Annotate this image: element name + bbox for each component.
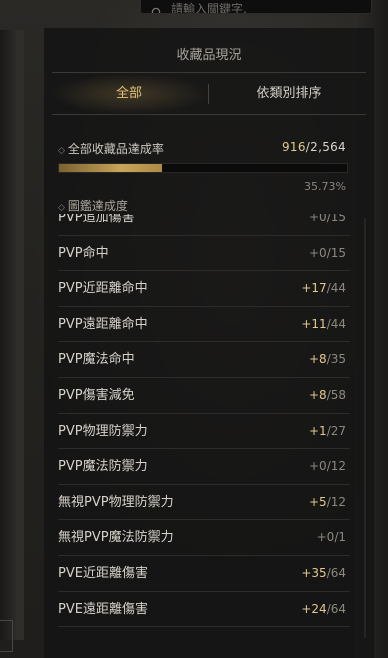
tab-divider bbox=[208, 84, 209, 104]
stat-current: +35 bbox=[301, 565, 327, 580]
search-input[interactable]: 請輸入關鍵字. bbox=[171, 0, 247, 13]
stat-label: PVP追加傷害 bbox=[58, 214, 135, 225]
stat-value: +1/27 bbox=[309, 414, 346, 450]
stat-label: PVP魔法防禦力 bbox=[58, 459, 148, 475]
stat-row: PVP命中 +0/15 bbox=[44, 236, 374, 272]
stat-max: /64 bbox=[326, 601, 346, 616]
stat-value: +8/35 bbox=[309, 342, 346, 378]
stat-max: /27 bbox=[326, 423, 346, 438]
stat-row: PVP物理防禦力 +1/27 bbox=[44, 414, 374, 450]
stat-current: +11 bbox=[301, 316, 327, 331]
background-slot-frame bbox=[0, 620, 13, 652]
tab-bar: 全部 依類別排序 bbox=[52, 74, 366, 114]
search-bar[interactable]: 請輸入關鍵字. bbox=[140, 0, 372, 14]
stat-current: +8 bbox=[308, 352, 327, 367]
stat-current: +8 bbox=[308, 387, 327, 402]
stat-max: /1 bbox=[334, 530, 346, 545]
stat-row: PVP遠距離命中 +11/44 bbox=[44, 307, 374, 343]
stat-current: +0 bbox=[308, 459, 327, 474]
tab-sort-by-category[interactable]: 依類別排序 bbox=[212, 74, 366, 114]
title-divider bbox=[52, 72, 366, 73]
stat-current: +0 bbox=[308, 214, 327, 224]
collection-total: /2,564 bbox=[305, 140, 346, 154]
stat-max: /15 bbox=[326, 245, 346, 260]
stat-label: 無視PVP魔法防禦力 bbox=[58, 530, 174, 546]
stat-max: /44 bbox=[326, 281, 346, 296]
tab-all[interactable]: 全部 bbox=[52, 74, 206, 114]
stat-value: +0/15 bbox=[309, 214, 346, 236]
stat-row: PVP近距離命中 +17/44 bbox=[44, 271, 374, 307]
stat-max: /64 bbox=[326, 565, 346, 580]
collection-status-panel: 收藏品現況 全部 依類別排序 ◇ 全部收藏品達成率 916/2,564 35.73… bbox=[44, 28, 374, 658]
stat-value: +11/44 bbox=[301, 307, 346, 343]
background-left-edge-inner bbox=[16, 30, 24, 640]
stat-list-viewport[interactable]: PVP追加傷害 +0/15 PVP命中 +0/15 PVP近距離命中 +17/44 PVP遠… bbox=[44, 214, 374, 634]
stat-max: /12 bbox=[326, 459, 346, 474]
scrollbar[interactable] bbox=[364, 218, 366, 638]
diamond-icon: ◇ bbox=[58, 203, 65, 213]
stat-value: +0/12 bbox=[309, 449, 346, 485]
stat-label: PVP遠距離命中 bbox=[58, 316, 148, 332]
stat-max: /58 bbox=[326, 387, 346, 402]
collection-progress-fill bbox=[59, 164, 162, 172]
stat-current: +0 bbox=[316, 530, 335, 545]
stat-value: +17/44 bbox=[301, 271, 346, 307]
stat-row: PVP追加傷害 +0/15 bbox=[44, 214, 374, 236]
stat-current: +24 bbox=[301, 601, 327, 616]
collection-percent: 35.73% bbox=[304, 180, 346, 193]
row-divider bbox=[58, 626, 350, 628]
stat-current: +17 bbox=[301, 281, 327, 296]
collection-progress-bar bbox=[58, 163, 348, 173]
search-icon bbox=[151, 4, 163, 13]
stat-label: PVP物理防禦力 bbox=[58, 423, 148, 439]
background-left-edge bbox=[0, 30, 17, 640]
codex-header: ◇ 圖鑑達成度 bbox=[58, 197, 128, 214]
panel-title: 收藏品現況 bbox=[176, 48, 242, 63]
collection-rate-row: ◇ 全部收藏品達成率 916/2,564 bbox=[58, 140, 346, 156]
tabs-divider bbox=[52, 114, 366, 115]
stat-label: PVP命中 bbox=[58, 245, 109, 261]
stat-label: PVP傷害減免 bbox=[58, 387, 135, 403]
collection-rate-text: 全部收藏品達成率 bbox=[67, 142, 164, 156]
stat-row: PVP傷害減免 +8/58 bbox=[44, 378, 374, 414]
stat-max: /35 bbox=[326, 352, 346, 367]
stat-max: /44 bbox=[326, 316, 346, 331]
collection-rate-value: 916/2,564 bbox=[282, 140, 346, 154]
stat-row: PVE遠距離傷害 +24/64 bbox=[44, 592, 374, 628]
stat-value: +0/1 bbox=[317, 520, 346, 556]
stat-label: PVP魔法命中 bbox=[58, 352, 135, 368]
stat-row: PVE近距離傷害 +35/64 bbox=[44, 556, 374, 592]
stat-row: 無視PVP魔法防禦力 +0/1 bbox=[44, 520, 374, 556]
stat-row: PVP魔法命中 +8/35 bbox=[44, 342, 374, 378]
stat-list: PVP追加傷害 +0/15 PVP命中 +0/15 PVP近距離命中 +17/44 PVP遠… bbox=[44, 214, 374, 628]
stat-max: /12 bbox=[326, 494, 346, 509]
stat-current: +0 bbox=[308, 245, 327, 260]
codex-header-text: 圖鑑達成度 bbox=[67, 199, 128, 213]
stat-value: +8/58 bbox=[309, 378, 346, 414]
collection-current: 916 bbox=[281, 140, 306, 154]
stat-max: /15 bbox=[326, 214, 346, 224]
stat-value: +0/15 bbox=[309, 236, 346, 272]
stat-value: +35/64 bbox=[301, 556, 346, 592]
stat-current: +1 bbox=[308, 423, 327, 438]
stat-label: PVP近距離命中 bbox=[58, 281, 148, 297]
stat-label: PVE近距離傷害 bbox=[58, 565, 148, 581]
stat-label: 無視PVP物理防禦力 bbox=[58, 494, 174, 510]
stat-value: +24/64 bbox=[301, 592, 346, 628]
stat-label: PVE遠距離傷害 bbox=[58, 601, 148, 617]
stat-current: +5 bbox=[308, 494, 327, 509]
stat-value: +5/12 bbox=[309, 485, 346, 521]
collection-rate-label: ◇ 全部收藏品達成率 bbox=[58, 140, 164, 157]
diamond-icon: ◇ bbox=[58, 146, 65, 156]
stat-row: 無視PVP物理防禦力 +5/12 bbox=[44, 485, 374, 521]
stat-row: PVP魔法防禦力 +0/12 bbox=[44, 449, 374, 485]
